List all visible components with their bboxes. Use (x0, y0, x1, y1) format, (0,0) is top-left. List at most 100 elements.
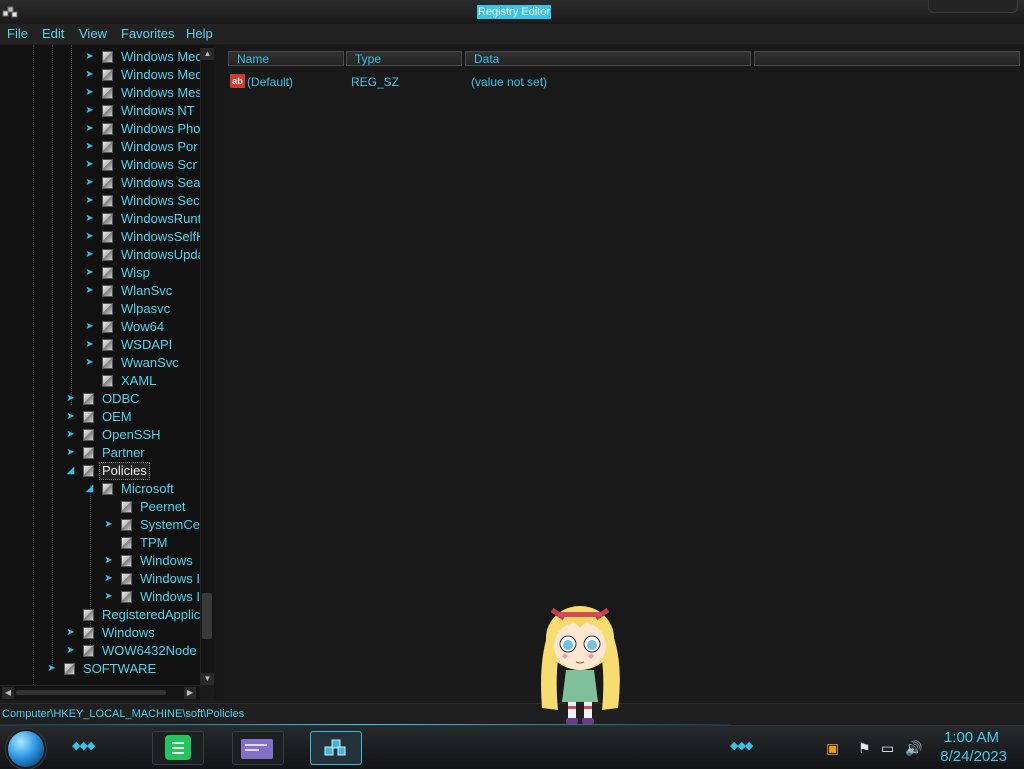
tree-node[interactable]: ➤ Windows Med (0, 48, 202, 66)
scroll-down-arrow-icon[interactable]: ▼ (201, 673, 214, 685)
caption-buttons[interactable] (928, 0, 1018, 13)
menu-help[interactable]: Help (186, 27, 213, 41)
expand-arrow-icon[interactable]: ➤ (66, 412, 75, 422)
expand-arrow-icon[interactable]: ➤ (85, 178, 94, 188)
expand-arrow-icon[interactable]: ➤ (85, 286, 94, 296)
tree-node[interactable]: ➤ SOFTWARE (0, 660, 200, 678)
expand-arrow-icon[interactable]: ➤ (104, 556, 113, 566)
column-header-name[interactable]: Name (228, 51, 344, 66)
tree-node-label: Windows (102, 625, 155, 640)
expand-arrow-icon[interactable]: ➤ (85, 142, 94, 152)
clock-time[interactable]: 1:00 AM (944, 729, 999, 746)
tree-node[interactable]: ➤ WindowsRunt (0, 210, 201, 228)
tree-node[interactable]: ➤ WSDAPI (0, 336, 200, 354)
flag-icon[interactable]: ⚑ (858, 740, 871, 757)
pane-splitter[interactable] (214, 45, 224, 701)
tree-vertical-scrollbar[interactable]: ▲ ▼ (200, 48, 214, 685)
tree-node[interactable]: ➤ ODBC (0, 390, 200, 408)
expand-arrow-icon[interactable]: ➤ (85, 160, 94, 170)
tree-node[interactable]: Peernet (0, 498, 200, 516)
tree-node[interactable]: Wlpasvc (0, 300, 200, 318)
tree-node[interactable]: TPM (0, 534, 200, 552)
tree-horizontal-scrollbar[interactable]: ◀ ▶ (0, 685, 200, 700)
tree-node[interactable]: ➤ Windows Scr (0, 156, 200, 174)
tree-node[interactable]: ➤ Wow64 (0, 318, 200, 336)
tree-node[interactable]: ➤ WOW6432Node (0, 642, 200, 660)
expand-arrow-icon[interactable]: ➤ (104, 520, 113, 530)
expand-arrow-icon[interactable]: ➤ (66, 448, 75, 458)
expand-arrow-icon[interactable]: ➤ (85, 196, 94, 206)
expand-arrow-icon[interactable]: ➤ (85, 268, 94, 278)
registry-tree[interactable]: ➤ Windows Med ➤ Windows Med ➤ Windows Mes ➤ Win… (0, 45, 214, 685)
app-tray-icon[interactable]: ▣ (826, 740, 839, 757)
expand-arrow-icon[interactable]: ➤ (85, 322, 94, 332)
scroll-up-arrow-icon[interactable]: ▲ (201, 48, 214, 60)
tree-node[interactable]: ➤ Windows Por (0, 138, 200, 156)
tree-node[interactable]: ➤ Windows I (0, 570, 200, 588)
expand-arrow-icon[interactable]: ➤ (85, 70, 94, 80)
tree-node[interactable]: ➤ Partner (0, 444, 200, 462)
volume-icon[interactable]: 🔊 (905, 740, 922, 757)
tree-node[interactable]: ➤ WindowsUpda (0, 246, 205, 264)
collapse-arrow-icon[interactable]: ◢ (85, 484, 94, 494)
scroll-thumb-horizontal[interactable] (16, 690, 166, 695)
table-row[interactable]: ab (Default) REG_SZ (value not set) (228, 73, 1008, 91)
tree-node[interactable]: ➤ Windows Sea (0, 174, 200, 192)
expand-arrow-icon[interactable]: ➤ (66, 430, 75, 440)
tree-node[interactable]: ➤ OEM (0, 408, 200, 426)
expand-arrow-icon[interactable]: ➤ (66, 628, 75, 638)
expand-arrow-icon[interactable]: ➤ (85, 340, 94, 350)
tree-node-label: WlanSvc (121, 283, 173, 298)
tree-node[interactable]: ➤ Windows I (0, 588, 200, 606)
expand-arrow-icon[interactable]: ➤ (66, 646, 75, 656)
column-header-data[interactable]: Data (465, 51, 751, 66)
tree-node[interactable]: ➤ Wisp (0, 264, 200, 282)
tree-node[interactable]: ➤ Windows Med (0, 66, 202, 84)
menu-view[interactable]: View (79, 27, 107, 41)
registry-editor-icon (2, 6, 18, 18)
tree-node[interactable]: RegisteredApplic (0, 606, 200, 624)
expand-arrow-icon[interactable]: ➤ (66, 394, 75, 404)
tree-node[interactable]: ◢ Microsoft (0, 480, 200, 498)
tree-node[interactable]: ➤ Windows (0, 552, 200, 570)
tree-node[interactable]: ➤ Windows (0, 624, 200, 642)
expand-arrow-icon[interactable]: ➤ (104, 592, 113, 602)
tree-node[interactable]: ➤ Windows Mes (0, 84, 202, 102)
scroll-thumb[interactable] (202, 593, 212, 639)
tree-node[interactable]: ◢ Policies (0, 462, 200, 480)
expand-arrow-icon[interactable]: ➤ (85, 52, 94, 62)
expand-arrow-icon[interactable]: ➤ (85, 214, 94, 224)
tree-node[interactable]: XAML (0, 372, 200, 390)
tree-node[interactable]: ➤ WwanSvc (0, 354, 200, 372)
menu-edit[interactable]: Edit (42, 27, 64, 41)
clock-date[interactable]: 8/24/2023 (940, 748, 1007, 765)
tree-node[interactable]: ➤ Windows Pho (0, 120, 200, 138)
taskbar-app-registry[interactable] (310, 731, 362, 765)
tree-node[interactable]: ➤ WlanSvc (0, 282, 200, 300)
tree-node[interactable]: ➤ Windows Sec (0, 192, 200, 210)
taskbar-app-card[interactable] (232, 731, 284, 765)
expand-arrow-icon[interactable]: ➤ (85, 124, 94, 134)
expand-arrow-icon[interactable]: ➤ (85, 358, 94, 368)
expand-arrow-icon[interactable]: ➤ (85, 232, 94, 242)
menu-file[interactable]: File (7, 27, 28, 41)
tree-node[interactable]: ➤ OpenSSH (0, 426, 200, 444)
expand-arrow-icon[interactable]: ➤ (85, 250, 94, 260)
tree-node[interactable]: ➤ SystemCe (0, 516, 200, 534)
expand-arrow-icon[interactable]: ➤ (104, 574, 113, 584)
scroll-right-arrow-icon[interactable]: ▶ (184, 687, 196, 699)
collapse-arrow-icon[interactable]: ◢ (66, 466, 75, 476)
network-icon[interactable]: ▭ (881, 740, 894, 757)
start-orb-icon[interactable] (8, 731, 44, 767)
folder-icon (83, 627, 94, 639)
taskbar-app-notes[interactable] (152, 731, 204, 765)
scroll-left-arrow-icon[interactable]: ◀ (2, 687, 14, 699)
tree-node[interactable]: ➤ Windows NT (0, 102, 200, 120)
folder-icon (102, 375, 113, 387)
expand-arrow-icon[interactable]: ➤ (85, 88, 94, 98)
tree-node[interactable]: ➤ WindowsSelfH (0, 228, 205, 246)
menu-favorites[interactable]: Favorites (121, 27, 174, 41)
expand-arrow-icon[interactable]: ➤ (85, 106, 94, 116)
expand-arrow-icon[interactable]: ➤ (47, 664, 56, 674)
column-header-type[interactable]: Type (346, 51, 462, 66)
